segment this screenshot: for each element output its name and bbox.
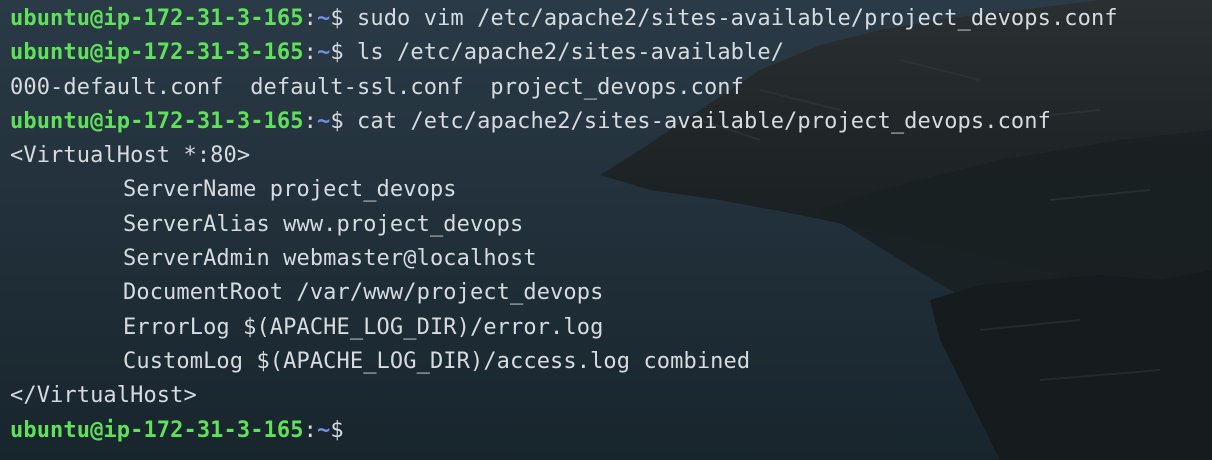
output-text: DocumentRoot /var/www/project_devops	[123, 280, 604, 306]
output-text: ServerAdmin webmaster@localhost	[123, 246, 537, 272]
output-text: ErrorLog $(APACHE_LOG_DIR)/error.log	[123, 314, 604, 340]
prompt-user-host: ubuntu@ip-172-31-3-165	[10, 6, 304, 31]
prompt-path: ~	[316, 108, 331, 134]
prompt-path: ~	[316, 6, 331, 31]
terminal-line-8: ServerAdmin webmaster@localhost	[10, 242, 1212, 276]
terminal-line-3: 000-default.conf default-ssl.conf projec…	[10, 71, 1212, 105]
command-text: ls /etc/apache2/sites-available/	[343, 40, 785, 66]
terminal-window[interactable]: ubuntu@ip-172-31-3-165:~$ sudo vim /etc/…	[0, 0, 1212, 460]
command-text: cat /etc/apache2/sites-available/project…	[343, 108, 1051, 134]
terminal-line-7: ServerAlias www.project_devops	[10, 208, 1212, 242]
terminal-output: ubuntu@ip-172-31-3-165:~$ sudo vim /etc/…	[10, 2, 1212, 448]
prompt-colon: :	[303, 108, 317, 134]
terminal-line-1: ubuntu@ip-172-31-3-165:~$ sudo vim /etc/…	[10, 2, 1212, 36]
terminal-line-4: ubuntu@ip-172-31-3-165:~$ cat /etc/apach…	[10, 105, 1212, 139]
prompt-user-host: ubuntu@ip-172-31-3-165	[10, 108, 304, 134]
terminal-line-6: ServerName project_devops	[10, 173, 1212, 207]
output-text: <VirtualHost *:80>	[10, 143, 251, 169]
terminal-line-11: CustomLog $(APACHE_LOG_DIR)/access.log c…	[10, 345, 1212, 379]
output-text: CustomLog $(APACHE_LOG_DIR)/access.log c…	[123, 348, 751, 374]
command-text: sudo vim /etc/apache2/sites-available/pr…	[343, 6, 1118, 31]
prompt-path: ~	[316, 417, 331, 443]
prompt-symbol: $	[330, 40, 344, 66]
prompt-colon: :	[303, 6, 317, 31]
prompt-user-host: ubuntu@ip-172-31-3-165	[10, 40, 304, 66]
prompt-symbol: $	[330, 6, 344, 31]
terminal-line-12: </VirtualHost>	[10, 379, 1212, 413]
prompt-user-host: ubuntu@ip-172-31-3-165	[10, 417, 304, 443]
terminal-line-2: ubuntu@ip-172-31-3-165:~$ ls /etc/apache…	[10, 36, 1212, 70]
terminal-line-13[interactable]: ubuntu@ip-172-31-3-165:~$	[10, 414, 1212, 448]
output-text: ServerName project_devops	[123, 177, 457, 203]
prompt-symbol: $	[330, 108, 344, 134]
terminal-line-5: <VirtualHost *:80>	[10, 139, 1212, 173]
prompt-symbol: $	[330, 417, 344, 443]
output-text: ServerAlias www.project_devops	[123, 211, 524, 237]
prompt-colon: :	[303, 40, 317, 66]
prompt-path: ~	[316, 40, 331, 66]
terminal-line-9: DocumentRoot /var/www/project_devops	[10, 276, 1212, 310]
output-text: 000-default.conf default-ssl.conf projec…	[10, 74, 744, 100]
terminal-line-10: ErrorLog $(APACHE_LOG_DIR)/error.log	[10, 311, 1212, 345]
prompt-colon: :	[303, 417, 317, 443]
output-text: </VirtualHost>	[10, 383, 197, 409]
